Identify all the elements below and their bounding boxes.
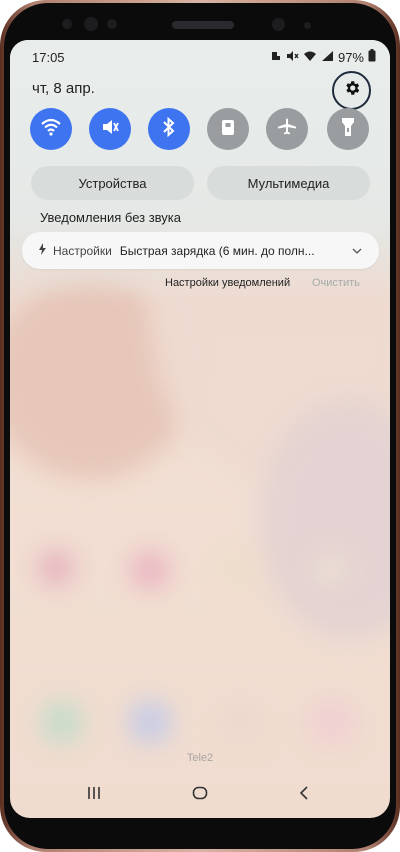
- gear-icon: [343, 79, 361, 102]
- blurred-dock-icon[interactable]: [310, 700, 354, 744]
- home-icon: [192, 786, 208, 805]
- airplane-toggle[interactable]: [266, 108, 308, 150]
- blurred-dock-icon[interactable]: [220, 702, 264, 742]
- notification-app-name: Настройки: [53, 243, 112, 258]
- camera-dot: [304, 22, 311, 29]
- notification-text: Быстрая зарядка (6 мин. до полн...: [119, 243, 315, 258]
- blurred-dock-icon[interactable]: [40, 700, 84, 744]
- earpiece-grille: [172, 21, 234, 29]
- blurred-app-icon[interactable]: [218, 552, 258, 588]
- notification-card[interactable]: Настройки Быстрая зарядка (6 мин. до пол…: [22, 232, 379, 269]
- sound-toggle[interactable]: [89, 108, 131, 150]
- flashlight-toggle[interactable]: [327, 108, 369, 150]
- phone-frame: 17:05 97% чт, 8 апр. Устройства Мультиме…: [0, 0, 400, 852]
- carrier-label: Tele2: [186, 752, 214, 764]
- status-time: 17:05: [32, 50, 65, 65]
- home-button[interactable]: [180, 780, 220, 810]
- blurred-dock-icon[interactable]: [128, 700, 172, 744]
- bluetooth-icon: [162, 116, 176, 142]
- mute-icon: [286, 50, 299, 65]
- wifi-toggle[interactable]: [30, 108, 72, 150]
- signal-icon: [321, 50, 334, 65]
- recents-icon: [87, 786, 101, 805]
- wifi-icon: [303, 50, 317, 65]
- navigation-bar: [10, 772, 390, 818]
- panel-date: чт, 8 апр.: [32, 80, 95, 97]
- blurred-app-icon[interactable]: [36, 548, 76, 588]
- iris-sensor: [107, 19, 117, 29]
- rotation-lock-toggle[interactable]: [207, 108, 249, 150]
- back-icon: [299, 785, 309, 805]
- front-camera: [272, 18, 285, 31]
- settings-button[interactable]: [332, 71, 371, 110]
- battery-icon: [368, 49, 376, 65]
- screen: 17:05 97% чт, 8 апр. Устройства Мультиме…: [10, 40, 390, 818]
- blurred-app-icon[interactable]: [310, 552, 350, 588]
- front-sensor: [84, 17, 98, 31]
- notification-settings-link[interactable]: Настройки уведомлений: [165, 277, 290, 289]
- airplane-icon: [277, 117, 297, 142]
- bolt-icon: [38, 243, 47, 258]
- bluetooth-toggle[interactable]: [148, 108, 190, 150]
- recents-button[interactable]: [74, 780, 114, 810]
- status-icons: 97%: [270, 49, 376, 65]
- blurred-app-icon[interactable]: [130, 550, 170, 590]
- proximity-sensor: [62, 19, 72, 29]
- notification-icon: [270, 50, 282, 65]
- quick-panel: 17:05 97% чт, 8 апр. Устройства Мультиме…: [10, 40, 390, 302]
- wifi-icon: [40, 118, 62, 141]
- battery-level: 97%: [337, 49, 364, 65]
- back-button[interactable]: [284, 780, 324, 810]
- devices-button[interactable]: Устройства: [31, 166, 194, 200]
- mute-icon: [100, 117, 120, 142]
- quick-toggles-row: [30, 108, 370, 150]
- flashlight-icon: [340, 116, 356, 143]
- media-button[interactable]: Мультимедиа: [207, 166, 370, 200]
- clear-notifications-link[interactable]: Очистить: [312, 277, 360, 289]
- lock-rotation-icon: [219, 117, 237, 142]
- chevron-down-icon[interactable]: [352, 244, 362, 258]
- silent-notifications-title: Уведомления без звука: [40, 210, 181, 225]
